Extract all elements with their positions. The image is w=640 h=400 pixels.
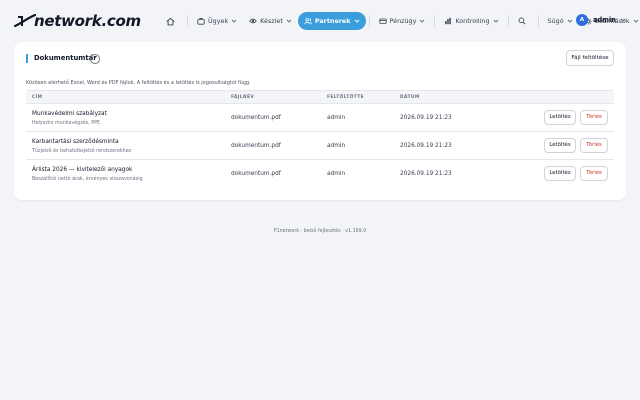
nav-divider — [368, 15, 370, 27]
download-button[interactable]: Letöltés — [544, 166, 576, 181]
document-filename: dokumentum.pdf — [231, 115, 281, 121]
nav-help-label: Súgó — [547, 17, 564, 25]
document-title: Karbantartási szerződésminta — [32, 139, 119, 145]
column-header-uploader[interactable]: Feltöltötte — [327, 91, 364, 104]
nav-divider — [537, 15, 539, 27]
chevron-down-icon — [354, 19, 359, 23]
document-uploader: admin — [327, 171, 346, 177]
column-header-title[interactable]: Cím — [32, 91, 42, 104]
nav-home[interactable] — [160, 12, 184, 30]
chevron-down-icon — [633, 19, 638, 23]
nav-partnerek-label: Partnerek — [314, 17, 351, 25]
upload-file-button[interactable]: Fájl feltöltése — [566, 50, 614, 66]
column-header-filename[interactable]: Fájlnév — [231, 91, 254, 104]
bar-chart-icon — [445, 17, 452, 25]
delete-button[interactable]: Törlés — [580, 138, 608, 153]
chevron-down-icon — [567, 19, 572, 23]
nav-penzugy-label: Pénzügy — [389, 17, 417, 25]
document-uploader: admin — [327, 115, 346, 121]
footer-text: P1network · belső fejlesztés · v1.169.0 — [273, 229, 367, 234]
nav-partnerek[interactable]: Partnerek — [297, 12, 366, 30]
document-date: 2026.09.19 21:23 — [400, 115, 452, 121]
chevron-down-icon — [420, 19, 425, 23]
chevron-down-icon — [620, 18, 626, 22]
nav-divider — [434, 15, 436, 27]
users-icon — [304, 18, 312, 25]
chevron-down-icon — [286, 19, 292, 23]
logo-swoosh-icon — [14, 13, 36, 28]
document-library-card: Dokumentumtár ? Fájl feltöltése Közösen … — [14, 42, 626, 200]
user-menu[interactable]: A admin — [576, 14, 626, 26]
delete-button[interactable]: Törlés — [580, 110, 608, 125]
document-date: 2026.09.19 21:23 — [400, 171, 452, 177]
table-row: Karbantartási szerződésminta Tűzjelző és… — [26, 132, 614, 160]
brand-name: network.com — [34, 12, 141, 30]
table-header: Cím Fájlnév Feltöltötte Dátum — [26, 90, 614, 104]
nav-ugyek[interactable]: Ügyek — [191, 12, 243, 30]
home-icon — [166, 17, 175, 25]
page-title: Dokumentumtár — [26, 54, 97, 63]
card-icon — [378, 18, 387, 24]
document-title: Árlista 2026 — kivitelezői anyagok — [32, 167, 133, 173]
download-button[interactable]: Letöltés — [544, 138, 576, 153]
download-button[interactable]: Letöltés — [544, 110, 576, 125]
avatar: A — [576, 14, 588, 26]
nav-kontrolling-label: Kontrolling — [455, 17, 490, 25]
main-nav: Ügyek Készlet Partnerek Pénzügy Kontroll… — [160, 10, 640, 32]
search-icon — [518, 17, 526, 25]
nav-divider — [507, 15, 509, 27]
nav-keszlet[interactable]: Készlet — [243, 12, 298, 30]
document-date: 2026.09.19 21:23 — [400, 143, 452, 149]
nav-penzugy[interactable]: Pénzügy — [373, 12, 432, 30]
nav-kontrolling[interactable]: Kontrolling — [438, 12, 504, 30]
briefcase-icon — [197, 18, 205, 25]
document-filename: dokumentum.pdf — [231, 171, 281, 177]
delete-button[interactable]: Törlés — [580, 166, 608, 181]
documents-table: Cím Fájlnév Feltöltötte Dátum Munkavédel… — [26, 90, 614, 188]
document-subtitle: Helyszíni munkavégzés, PPE — [32, 121, 101, 126]
user-name: admin — [593, 16, 616, 24]
nav-ugyek-label: Ügyek — [208, 17, 229, 25]
nav-help[interactable]: Súgó — [542, 12, 579, 30]
document-subtitle: Beszállítói nettó árak, érvényes visszav… — [32, 177, 143, 182]
column-header-date[interactable]: Dátum — [400, 91, 420, 104]
document-filename: dokumentum.pdf — [231, 143, 281, 149]
help-icon[interactable]: ? — [90, 54, 100, 64]
search-button[interactable] — [512, 12, 535, 30]
chevron-down-icon — [493, 19, 498, 23]
nav-keszlet-label: Készlet — [260, 17, 283, 25]
document-uploader: admin — [327, 143, 346, 149]
top-navbar: network.com Ügyek Készlet Partnerek Pénz… — [0, 0, 640, 42]
eye-icon — [249, 18, 257, 24]
document-subtitle: Tűzjelző és behatolásjelző rendszerekhez — [32, 149, 132, 154]
page-description: Közösen elérhető Excel, Word és PDF fájl… — [26, 80, 251, 86]
brand-logo[interactable]: network.com — [14, 10, 141, 32]
document-title: Munkavédelmi szabályzat — [32, 111, 107, 117]
chevron-down-icon — [231, 19, 237, 23]
table-row: Árlista 2026 — kivitelezői anyagok Beszá… — [26, 160, 614, 188]
table-row: Munkavédelmi szabályzat Helyszíni munkav… — [26, 104, 614, 132]
nav-divider — [187, 15, 188, 27]
